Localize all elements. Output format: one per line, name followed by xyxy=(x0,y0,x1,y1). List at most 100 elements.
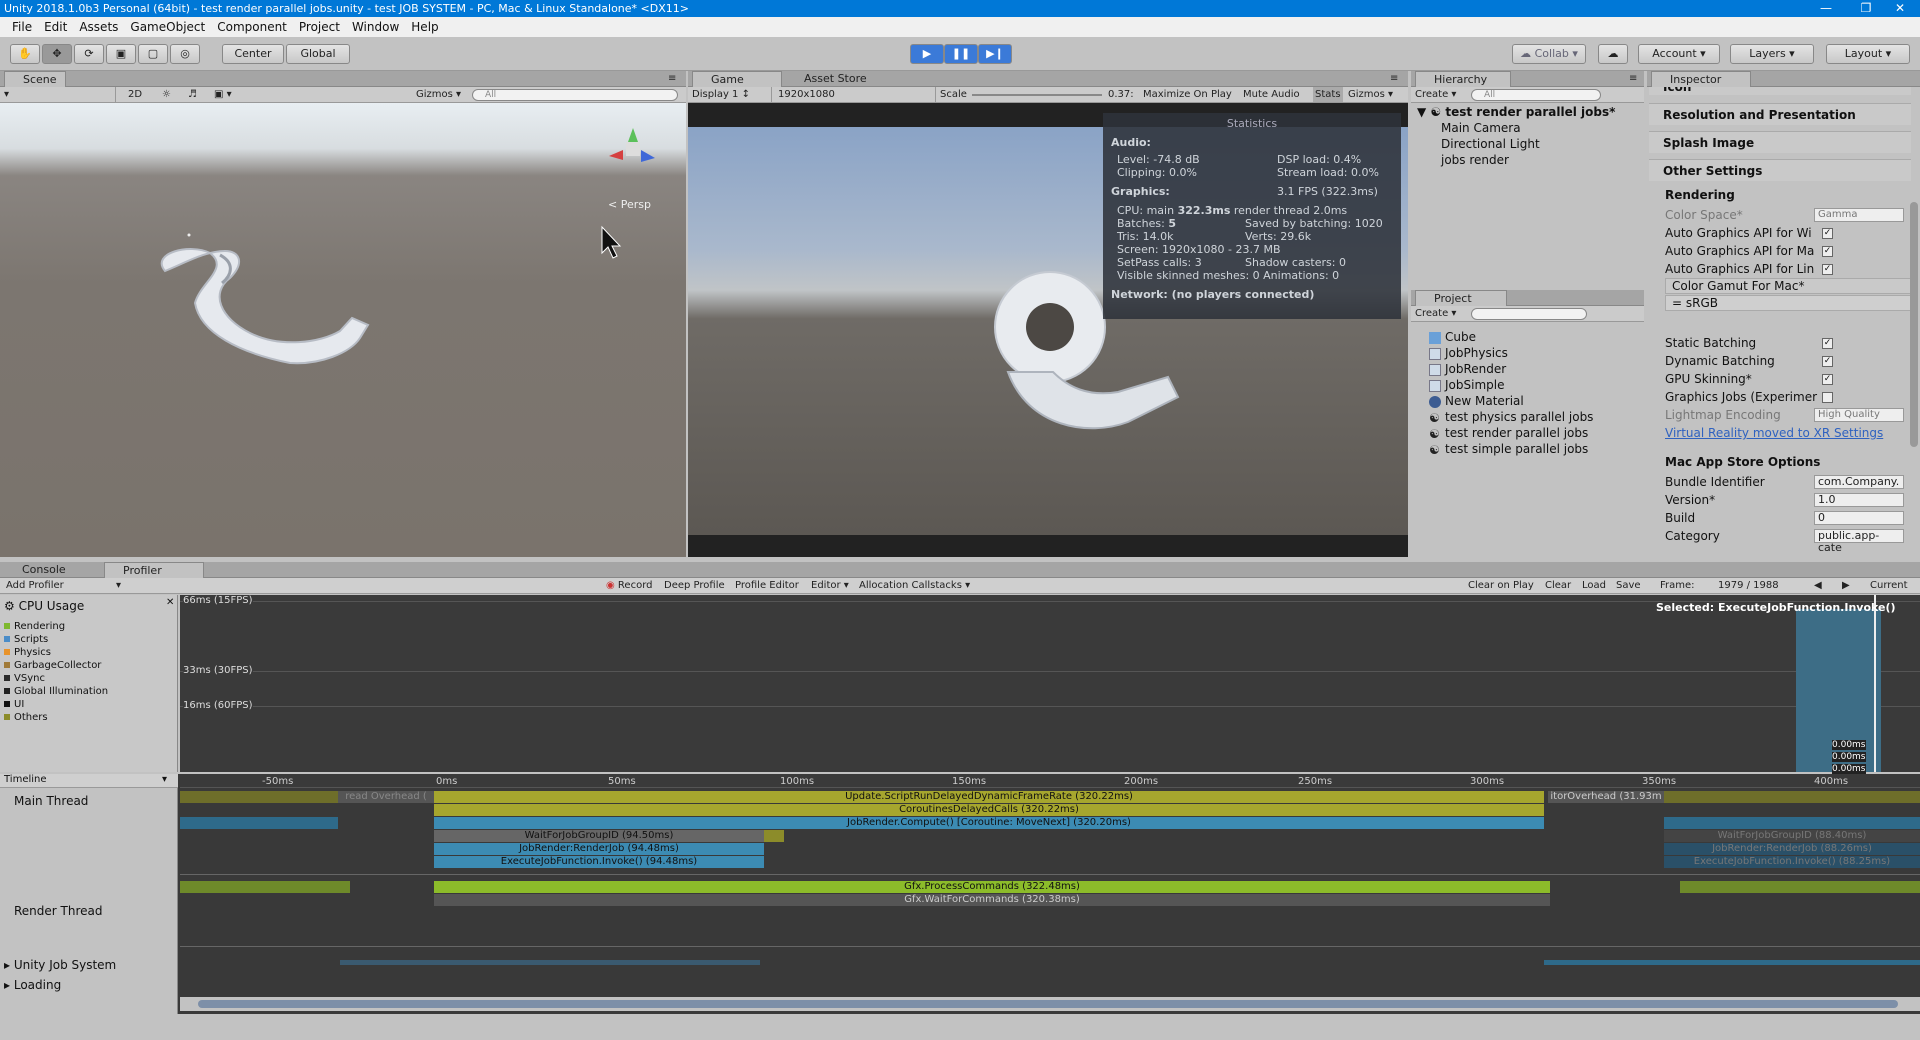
editor-target-dropdown[interactable]: Editor ▾ xyxy=(811,578,849,593)
load-button[interactable]: Load xyxy=(1582,578,1606,593)
update-bar[interactable]: Update.ScriptRunDelayedDynamicFrameRate … xyxy=(434,791,1544,803)
move-tool-icon[interactable]: ✥ xyxy=(42,44,72,64)
cpu-close-icon[interactable]: ✕ xyxy=(166,597,174,608)
save-button[interactable]: Save xyxy=(1616,578,1641,593)
coroutines-bar[interactable]: CoroutinesDelayedCalls (320.22ms) xyxy=(434,804,1544,816)
legend-vsync[interactable]: VSync xyxy=(4,673,45,684)
project-create-dropdown[interactable]: Create ▾ xyxy=(1415,306,1456,321)
dynamic-batching-checkbox[interactable]: ✓ xyxy=(1822,356,1833,367)
icon-section[interactable]: Icon xyxy=(1649,87,1911,95)
lighting-icon[interactable]: ☼ xyxy=(162,87,171,102)
color-space-dropdown[interactable]: Gamma xyxy=(1814,208,1904,222)
deep-profile-button[interactable]: Deep Profile xyxy=(664,578,725,593)
restore-icon[interactable]: ❐ xyxy=(1852,0,1880,17)
frame-marker[interactable] xyxy=(1874,595,1876,772)
legend-others[interactable]: Others xyxy=(4,712,48,723)
cloud-icon[interactable]: ☁ xyxy=(1598,44,1628,64)
menu-help[interactable]: Help xyxy=(405,20,444,34)
add-profiler-arrow-icon[interactable]: ▾ xyxy=(116,578,121,593)
tab-profiler[interactable]: Profiler xyxy=(104,562,204,578)
clear-button[interactable]: Clear xyxy=(1545,578,1571,593)
legend-scripts[interactable]: Scripts xyxy=(4,634,48,645)
faint-wait-bar[interactable]: WaitForJobGroupID (88.40ms) xyxy=(1664,830,1920,842)
hierarchy-item-jobs-render[interactable]: jobs render xyxy=(1441,153,1509,167)
maximize-on-play-button[interactable]: Maximize On Play xyxy=(1143,87,1232,102)
color-gamut-item[interactable]: = sRGB xyxy=(1665,295,1915,311)
gfx-wait-bar[interactable]: Gfx.WaitForCommands (320.38ms) xyxy=(434,894,1550,906)
hierarchy-search-input[interactable]: All xyxy=(1471,89,1601,101)
legend-rendering[interactable]: Rendering xyxy=(4,621,65,632)
renderjob-bar[interactable]: JobRender:RenderJob (94.48ms) xyxy=(434,843,764,855)
scene-view[interactable]: < Persp xyxy=(0,103,686,557)
menu-edit[interactable]: Edit xyxy=(38,20,73,34)
hierarchy-scene-row[interactable]: ▼ ☯ test render parallel jobs* xyxy=(1417,105,1615,119)
scene-search-input[interactable]: All xyxy=(472,89,678,101)
tab-scene[interactable]: Scene xyxy=(4,71,66,87)
timeline-ruler[interactable]: -50ms 0ms 50ms 100ms 150ms 200ms 250ms 3… xyxy=(180,774,1920,788)
prev-frame-icon[interactable]: ◀ xyxy=(1814,578,1822,593)
pivot-center-button[interactable]: Center xyxy=(222,44,284,64)
category-field[interactable]: public.app-cate xyxy=(1814,529,1904,554)
cpu-usage-graph[interactable]: 66ms (15FPS) 33ms (30FPS) 16ms (60FPS) S… xyxy=(180,595,1920,774)
faint-execute-bar[interactable]: ExecuteJobFunction.Invoke() (88.25ms) xyxy=(1664,856,1920,868)
scale-slider[interactable] xyxy=(972,94,1102,96)
tab-console[interactable]: Console xyxy=(4,562,104,578)
legend-ui[interactable]: UI xyxy=(4,699,24,710)
menu-gameobject[interactable]: GameObject xyxy=(124,20,211,34)
tab-asset-store[interactable]: Asset Store xyxy=(786,71,886,87)
legend-gi[interactable]: Global Illumination xyxy=(4,686,108,697)
bundle-field[interactable]: com.Company. xyxy=(1814,475,1904,489)
minimize-icon[interactable]: — xyxy=(1812,0,1840,17)
display-dropdown[interactable]: Display 1 ↕ xyxy=(692,87,772,102)
menu-file[interactable]: File xyxy=(6,20,38,34)
hierarchy-create-dropdown[interactable]: Create ▾ xyxy=(1415,87,1456,102)
tab-project[interactable]: Project xyxy=(1415,290,1507,306)
faint-renderjob-bar[interactable]: JobRender:RenderJob (88.26ms) xyxy=(1664,843,1920,855)
timeline-bar[interactable] xyxy=(1680,881,1920,893)
project-item-jobrender[interactable]: JobRender xyxy=(1445,362,1506,376)
allocation-callstacks-dropdown[interactable]: Allocation Callstacks ▾ xyxy=(859,578,970,593)
gfx-process-bar[interactable]: Gfx.ProcessCommands (322.48ms) xyxy=(434,881,1550,893)
scene-menu-icon[interactable]: ≡ xyxy=(668,71,676,86)
project-item-test-physics[interactable]: test physics parallel jobs xyxy=(1445,410,1593,424)
pivot-global-button[interactable]: Global xyxy=(286,44,350,64)
project-item-test-render[interactable]: test render parallel jobs xyxy=(1445,426,1588,440)
scale-tool-icon[interactable]: ▣ xyxy=(106,44,136,64)
project-item-jobsimple[interactable]: JobSimple xyxy=(1445,378,1504,392)
timeline-bar[interactable] xyxy=(180,881,350,893)
rotate-tool-icon[interactable]: ⟳ xyxy=(74,44,104,64)
project-item-test-simple[interactable]: test simple parallel jobs xyxy=(1445,442,1588,456)
timeline-bar[interactable] xyxy=(1664,817,1920,829)
layers-dropdown[interactable]: Layers ▾ xyxy=(1730,44,1814,64)
mode-2d-button[interactable]: 2D xyxy=(128,87,142,102)
project-item-new-material[interactable]: New Material xyxy=(1445,394,1524,408)
timeline-scroll-thumb[interactable] xyxy=(198,1000,1898,1008)
clear-on-play-button[interactable]: Clear on Play xyxy=(1468,578,1534,593)
close-icon[interactable]: ✕ xyxy=(1886,0,1914,17)
gpu-skinning-checkbox[interactable]: ✓ xyxy=(1822,374,1833,385)
hand-tool-icon[interactable]: ✋ xyxy=(10,44,40,64)
hierarchy-item-main-camera[interactable]: Main Camera xyxy=(1441,121,1521,135)
graphics-jobs-checkbox[interactable] xyxy=(1822,392,1833,403)
lightmap-dropdown[interactable]: High Quality xyxy=(1814,408,1904,422)
scene-orientation-gizmo[interactable] xyxy=(609,128,655,162)
timeline-bar[interactable] xyxy=(1664,791,1920,803)
project-item-jobphysics[interactable]: JobPhysics xyxy=(1445,346,1508,360)
profile-editor-button[interactable]: Profile Editor xyxy=(735,578,799,593)
resolution-dropdown[interactable]: 1920x1080 xyxy=(778,87,936,102)
timeline-bar[interactable] xyxy=(764,830,784,842)
build-field[interactable]: 0 xyxy=(1814,511,1904,525)
version-field[interactable]: 1.0 xyxy=(1814,493,1904,507)
rect-tool-icon[interactable]: ▢ xyxy=(138,44,168,64)
layout-dropdown[interactable]: Layout ▾ xyxy=(1826,44,1910,64)
other-settings-section[interactable]: Other Settings xyxy=(1649,159,1911,181)
timeline-bar[interactable] xyxy=(180,817,338,829)
loading-row[interactable]: ▸ Loading xyxy=(4,978,61,992)
add-profiler-dropdown[interactable]: Add Profiler xyxy=(6,578,64,593)
stats-button[interactable]: Stats xyxy=(1313,87,1343,102)
timeline-area[interactable]: Timeline ▾ Main Thread Render Thread ▸ Un… xyxy=(0,774,1920,1014)
persp-label[interactable]: < Persp xyxy=(608,198,651,211)
menu-project[interactable]: Project xyxy=(293,20,346,34)
execute-bar[interactable]: ExecuteJobFunction.Invoke() (94.48ms) xyxy=(434,856,764,868)
menu-assets[interactable]: Assets xyxy=(73,20,124,34)
